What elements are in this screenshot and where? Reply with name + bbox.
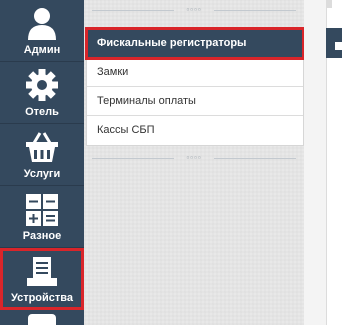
calculator-icon (26, 194, 58, 226)
sidebar-item-label: Услуги (23, 168, 61, 180)
sidebar-item-partial[interactable] (28, 314, 56, 325)
devices-submenu: Фискальные регистраторы Замки Терминалы … (85, 27, 305, 146)
main-sidebar: Админ Отель Услуги Разное Устройства (0, 0, 84, 325)
sidebar-item-hotel[interactable]: Отель (0, 62, 84, 124)
gear-icon (26, 69, 58, 101)
basket-icon (26, 132, 58, 162)
submenu-item-sbp-registers[interactable]: Кассы СБП (87, 116, 303, 145)
drag-handle-bottom[interactable]: ▫▫▫▫ (84, 154, 304, 162)
printer-icon (27, 257, 57, 286)
user-icon (28, 8, 56, 40)
sidebar-item-admin[interactable]: Админ (0, 0, 84, 62)
content-gutter (304, 0, 328, 325)
drag-handle-top[interactable]: ▫▫▫▫ (84, 6, 304, 14)
sidebar-item-devices[interactable]: Устройства (0, 248, 84, 310)
sidebar-item-label: Отель (25, 106, 59, 118)
submenu-item-locks[interactable]: Замки (87, 58, 303, 87)
content-top-edge (326, 0, 332, 8)
content-header-icon (335, 42, 342, 50)
sidebar-item-misc[interactable]: Разное (0, 186, 84, 248)
sidebar-item-services[interactable]: Услуги (0, 124, 84, 186)
submenu-item-fiscal-registers[interactable]: Фискальные регистраторы (85, 27, 305, 60)
sidebar-item-label: Админ (23, 44, 61, 56)
sidebar-item-label: Устройства (10, 292, 74, 304)
submenu-item-payment-terminals[interactable]: Терминалы оплаты (87, 87, 303, 116)
sidebar-item-label: Разное (22, 230, 62, 242)
